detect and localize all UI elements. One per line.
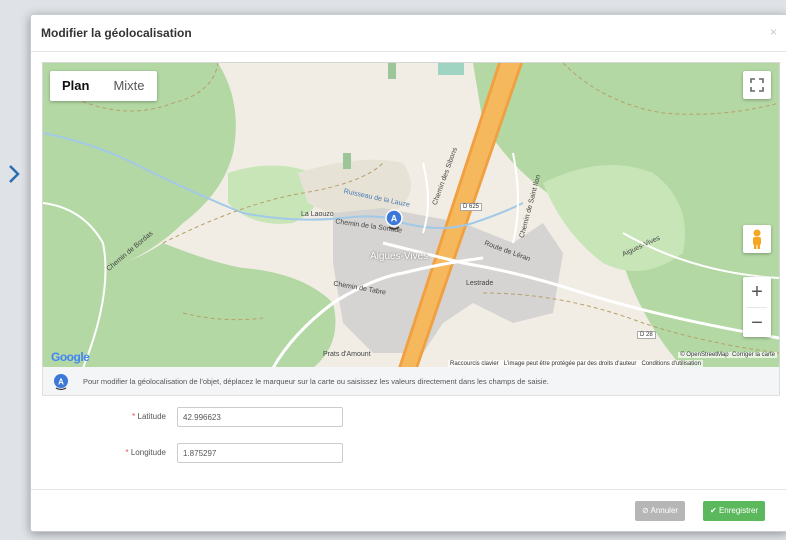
osm-credit: © OpenStreetMap (680, 352, 729, 358)
fullscreen-icon (750, 78, 764, 92)
chevron-right-icon (9, 165, 20, 183)
save-button[interactable]: ✔ Enregistrer (703, 501, 766, 521)
map-type-control: Plan Mixte (50, 71, 157, 101)
info-marker-letter: A (58, 378, 64, 387)
map-tiles (43, 63, 779, 368)
check-icon: ✔ (710, 506, 717, 515)
dialog-header: Modifier la géolocalisation × (31, 15, 786, 52)
zoom-control: + − (743, 277, 771, 337)
latitude-label-text: Latitude (137, 412, 166, 421)
latitude-input[interactable] (177, 407, 343, 427)
road-shield: D 28 (637, 331, 656, 339)
fullscreen-button[interactable] (743, 71, 771, 99)
save-label: Enregistrer (718, 506, 759, 515)
zoom-in-button[interactable]: + (743, 277, 771, 307)
longitude-label: * Longitude (86, 448, 166, 457)
zoom-out-button[interactable]: − (743, 308, 771, 338)
place-label: La Laouzo (301, 211, 334, 218)
cancel-label: Annuler (650, 506, 679, 515)
fix-map-link[interactable]: Corriger la carte (732, 352, 775, 358)
latitude-label: * Latitude (86, 412, 166, 421)
required-mark: * (132, 412, 136, 421)
required-mark: * (125, 448, 129, 457)
marker-info-icon: A (54, 374, 68, 391)
geolocation-dialog: Modifier la géolocalisation × Plan Mixte… (30, 14, 786, 532)
google-logo[interactable]: Google (51, 350, 90, 364)
ban-icon: ⊘ (642, 506, 649, 515)
info-message: A Pour modifier la géolocalisation de l'… (42, 367, 780, 396)
map-type-mixte[interactable]: Mixte (101, 71, 156, 101)
map-attribution-osm: © OpenStreetMap Corriger la carte (678, 352, 777, 358)
marker-letter: A (391, 214, 398, 224)
map-canvas[interactable]: Plan Mixte + − A Aigues-Vives La Laouzo … (42, 62, 780, 369)
place-label: Aigues-Vives (370, 251, 429, 262)
road-shield: D 625 (460, 203, 483, 211)
place-label: Prats d'Amount (323, 351, 371, 358)
street-view-pegman[interactable] (743, 225, 771, 253)
dialog-title: Modifier la géolocalisation (41, 26, 192, 40)
longitude-label-text: Longitude (130, 448, 166, 457)
info-text: Pour modifier la géolocalisation de l'ob… (83, 377, 549, 386)
map-type-plan[interactable]: Plan (50, 71, 101, 101)
place-label: Lestrade (466, 280, 494, 287)
cancel-button[interactable]: ⊘ Annuler (635, 501, 686, 521)
google-logo-text: Google (51, 350, 90, 364)
close-button[interactable]: × (770, 25, 777, 39)
longitude-input[interactable] (177, 443, 343, 463)
pegman-icon (753, 229, 761, 249)
